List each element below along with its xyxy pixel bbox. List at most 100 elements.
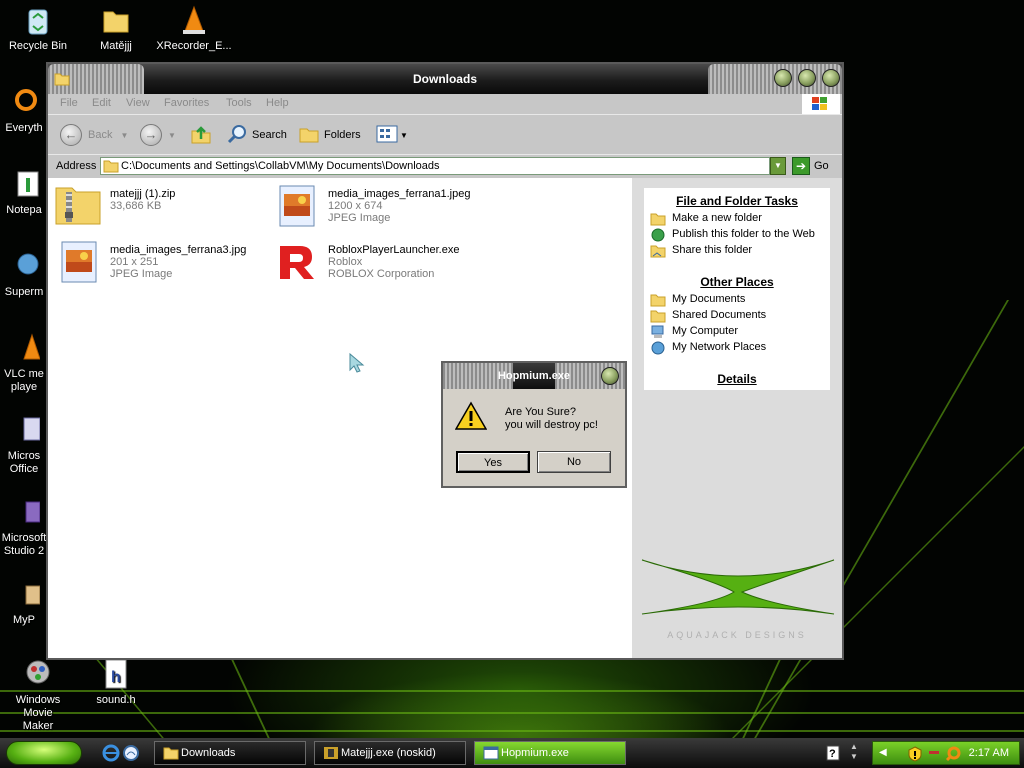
mouse-cursor-icon	[348, 352, 366, 377]
place-shared-documents[interactable]: Shared Documents	[672, 309, 766, 321]
file-name: matejjj (1).zip	[110, 188, 176, 200]
taskbar-item-label: Downloads	[181, 747, 236, 759]
address-input[interactable]: C:\Documents and Settings\CollabVM\My Do…	[100, 157, 770, 175]
desktop-icon-label: Windows Movie	[15, 694, 61, 719]
warning-icon	[454, 401, 488, 434]
file-name: RobloxPlayerLauncher.exe	[328, 244, 460, 256]
tray-search-icon[interactable]	[945, 746, 961, 765]
file-item-exe[interactable]: RobloxPlayerLauncher.exe Roblox ROBLOX C…	[272, 238, 492, 286]
file-item-jpg[interactable]: media_images_ferrana3.jpg 201 x 251 JPEG…	[54, 238, 274, 286]
file-folder-tasks-heading[interactable]: File and Folder Tasks	[644, 194, 830, 208]
header-file-icon: h	[100, 658, 132, 690]
up-folder-icon	[190, 123, 212, 148]
place-my-computer[interactable]: My Computer	[672, 325, 738, 337]
menu-edit[interactable]: Edit	[92, 97, 111, 109]
desktop-icon-recycle-bin[interactable]: Recycle Bin	[0, 4, 76, 53]
minimize-button[interactable]	[774, 69, 792, 87]
other-places-heading[interactable]: Other Places	[644, 275, 830, 289]
window-titlebar[interactable]: Downloads	[48, 64, 842, 94]
place-my-documents[interactable]: My Documents	[672, 293, 745, 305]
address-dropdown-button[interactable]: ▼	[770, 157, 786, 175]
show-desktop-icon[interactable]	[122, 744, 140, 765]
dialog-titlebar[interactable]: Hopmium.exe	[443, 363, 625, 389]
image-file-icon	[60, 240, 100, 287]
desktop-icon-studio[interactable]: Microsoft Studio 2	[0, 496, 48, 558]
views-button[interactable]: ▼	[376, 123, 408, 147]
dialog-message-line2: you will destroy pc!	[505, 419, 598, 431]
up-folder-button[interactable]	[190, 123, 212, 147]
menu-help[interactable]: Help	[266, 97, 289, 109]
desktop-icon-everything[interactable]: Everyth	[0, 86, 48, 135]
views-icon	[376, 123, 398, 148]
task-make-new-folder[interactable]: Make a new folder	[672, 212, 762, 224]
my-computer-icon	[650, 325, 666, 339]
desktop-icon-label: playe	[10, 381, 38, 393]
dialog-close-button[interactable]	[601, 367, 619, 385]
dialog-message-line1: Are You Sure?	[505, 406, 576, 418]
tray-scroll-icon[interactable]: ▲ ▼	[850, 742, 858, 762]
menu-file[interactable]: File	[60, 97, 78, 109]
desktop-icon-xrecorder[interactable]: XRecorder_E...	[156, 4, 232, 53]
task-pane: File and Folder Tasks Make a new folder …	[632, 178, 842, 658]
taskbar-item-hopmium[interactable]: Hopmium.exe	[474, 741, 626, 765]
desktop-icon-sound-h[interactable]: h sound.h	[78, 658, 154, 707]
internet-explorer-icon[interactable]	[102, 744, 120, 765]
studio-icon	[8, 496, 41, 528]
folder-icon	[163, 746, 179, 768]
menu-view[interactable]: View	[126, 97, 150, 109]
chevron-down-icon: ▼	[120, 130, 129, 140]
place-my-network[interactable]: My Network Places	[672, 341, 766, 353]
desktop-icon-folder[interactable]: Matějjj	[78, 4, 154, 53]
clock[interactable]: 2:17 AM	[969, 747, 1009, 759]
yes-button[interactable]: Yes	[456, 451, 530, 473]
search-button[interactable]: Search	[226, 123, 287, 147]
file-size: 33,686 KB	[110, 200, 162, 212]
maximize-button[interactable]	[798, 69, 816, 87]
forward-button[interactable]: → ▼	[140, 123, 176, 147]
folders-icon	[298, 123, 320, 148]
desktop-icon-vlc[interactable]: VLC me playe	[0, 332, 48, 394]
tray-app-icon[interactable]	[929, 751, 939, 754]
go-button-label[interactable]: Go	[814, 160, 829, 172]
taskbar-item-matejjj[interactable]: Matejjj.exe (noskid)	[314, 741, 466, 765]
desktop-icon-myp[interactable]: MyP	[0, 578, 48, 627]
no-button[interactable]: No	[537, 451, 611, 473]
start-button[interactable]	[6, 741, 82, 765]
menu-favorites[interactable]: Favorites	[164, 97, 209, 109]
desktop-icon-movie-maker[interactable]: Windows Movie Maker	[0, 658, 76, 733]
svg-text:?: ?	[829, 748, 836, 760]
desktop-icon-label: Micros	[7, 450, 41, 462]
task-share-folder[interactable]: Share this folder	[672, 244, 752, 256]
tray-expand-icon[interactable]: ◀	[879, 747, 887, 758]
desktop-icon-label: VLC me	[4, 368, 44, 380]
shared-documents-icon	[650, 309, 666, 323]
menu-tools[interactable]: Tools	[226, 97, 252, 109]
file-item-zip[interactable]: matejjj (1).zip 33,686 KB	[54, 182, 274, 230]
folders-button[interactable]: Folders	[298, 123, 361, 147]
task-panel: File and Folder Tasks Make a new folder …	[644, 188, 830, 390]
notepad-icon	[8, 168, 40, 200]
security-shield-icon[interactable]	[907, 746, 923, 765]
details-heading[interactable]: Details	[644, 372, 830, 386]
web-globe-icon	[650, 228, 666, 242]
file-dimensions: 1200 x 674	[328, 200, 383, 212]
everything-search-icon	[8, 86, 40, 118]
chevron-down-icon: ▼	[400, 130, 408, 140]
desktop-icon-notepad[interactable]: Notepa	[0, 168, 48, 217]
go-arrow-icon[interactable]: ➔	[792, 157, 810, 175]
file-company: ROBLOX Corporation	[328, 268, 435, 280]
close-button[interactable]	[822, 69, 840, 87]
window-title: Downloads	[412, 72, 477, 86]
address-value: C:\Documents and Settings\CollabVM\My Do…	[121, 160, 440, 172]
task-publish-web[interactable]: Publish this folder to the Web	[672, 228, 815, 240]
back-button[interactable]: ← Back ▼	[60, 123, 128, 147]
taskbar: Downloads Matejjj.exe (noskid) Hopmium.e…	[0, 738, 1024, 768]
taskbar-item-downloads[interactable]: Downloads	[154, 741, 306, 765]
desktop-icon-superm[interactable]: Superm	[0, 250, 48, 299]
file-item-jpeg[interactable]: media_images_ferrana1.jpeg 1200 x 674 JP…	[272, 182, 492, 230]
file-name: media_images_ferrana1.jpeg	[328, 188, 471, 200]
grid-line	[0, 712, 1024, 714]
desktop-icon-office[interactable]: Micros Office	[0, 414, 48, 476]
help-icon[interactable]: ?	[826, 745, 840, 764]
back-arrow-icon: ←	[60, 124, 82, 146]
